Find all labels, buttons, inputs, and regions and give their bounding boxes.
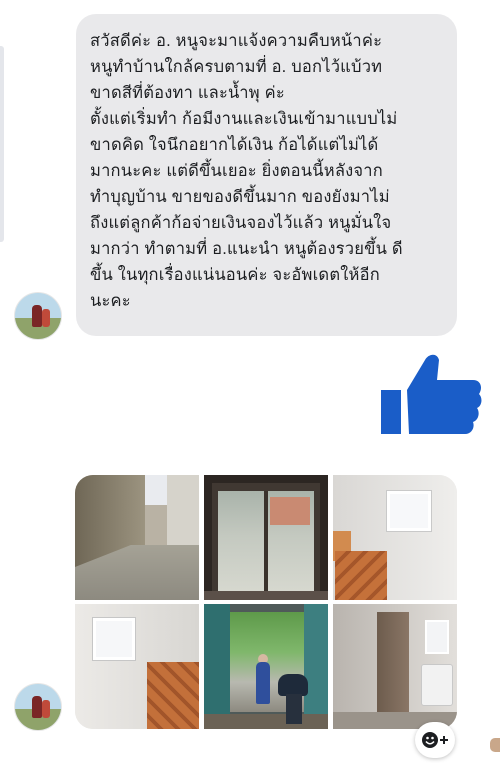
message-text: สวัสดีค่ะ อ. หนูจะมาแจ้งความคืบหน้าค่ะ ห…: [90, 32, 403, 310]
photo-grid[interactable]: [75, 475, 457, 729]
sender-avatar[interactable]: [14, 292, 62, 340]
room-appliance-photo[interactable]: [333, 604, 457, 729]
thumbs-up-icon[interactable]: [379, 350, 483, 434]
sender-avatar[interactable]: [14, 683, 62, 731]
message-bubble[interactable]: สวัสดีค่ะ อ. หนูจะมาแจ้งความคืบหน้าค่ะ ห…: [76, 14, 457, 336]
add-reaction-button[interactable]: [415, 722, 455, 758]
doorway-people-photo[interactable]: [204, 604, 328, 729]
room-window-photo[interactable]: [333, 475, 457, 600]
next-avatar-edge: [490, 738, 500, 752]
room-window-photo[interactable]: [75, 604, 199, 729]
smiley-plus-icon: [422, 732, 448, 748]
sliding-door-photo[interactable]: [204, 475, 328, 600]
scroll-edge-indicator: [0, 46, 4, 242]
alley-photo[interactable]: [75, 475, 199, 600]
